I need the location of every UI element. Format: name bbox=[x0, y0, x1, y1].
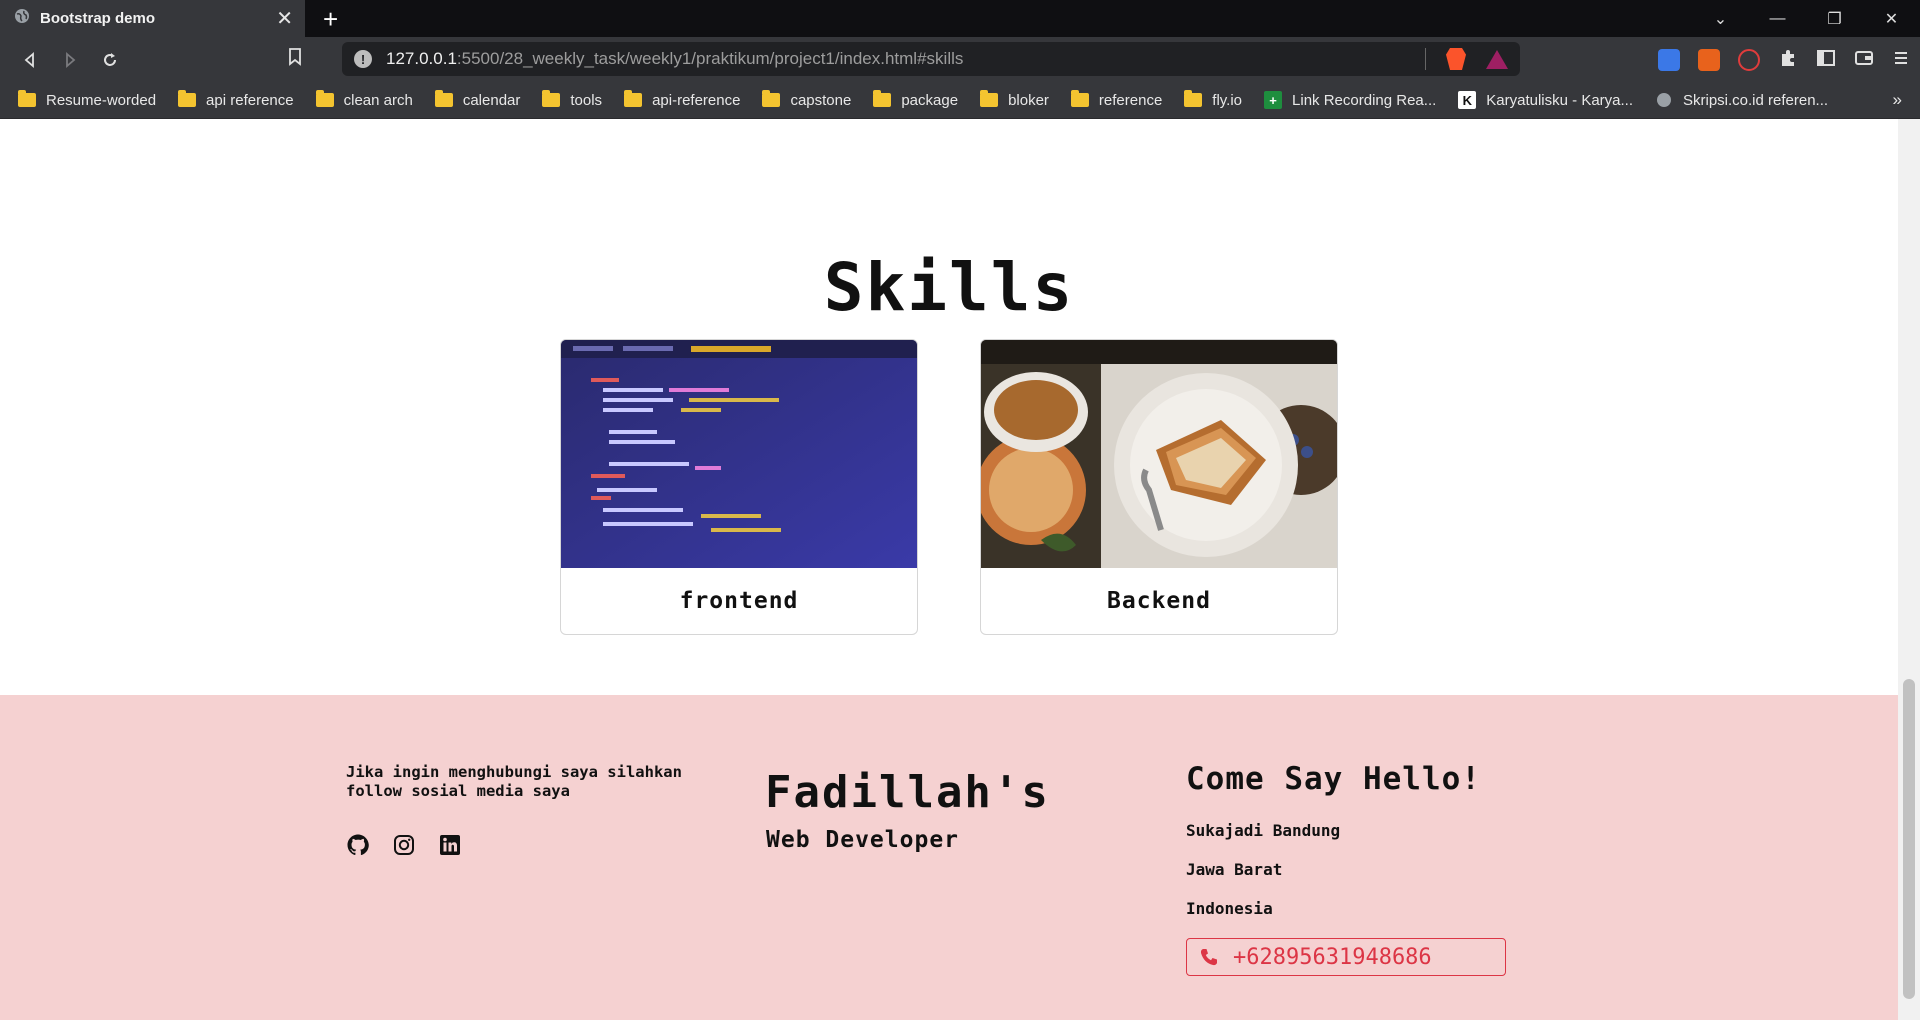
bookmark-item[interactable]: capstone bbox=[762, 90, 852, 109]
page-scrollbar[interactable] bbox=[1898, 119, 1920, 1020]
wallet-icon[interactable] bbox=[1854, 48, 1874, 73]
translate-extension-icon[interactable] bbox=[1658, 49, 1680, 71]
skills-heading: Skills bbox=[823, 249, 1075, 326]
linkedin-icon[interactable] bbox=[438, 833, 462, 857]
phone-button[interactable]: +62895631948686 bbox=[1186, 938, 1506, 976]
bookmark-item[interactable]: reference bbox=[1070, 90, 1163, 109]
brand-role: Web Developer bbox=[766, 827, 960, 853]
minimize-button[interactable]: — bbox=[1749, 10, 1806, 28]
extensions-bar bbox=[1658, 45, 1910, 75]
skill-card-frontend: frontend bbox=[560, 339, 918, 635]
url-path: :5500/28_weekly_task/weekly1/praktikum/p… bbox=[456, 49, 964, 68]
restore-button[interactable]: ❐ bbox=[1806, 9, 1863, 29]
page-viewport: Skills frontend Backend Jika ingin mengh… bbox=[0, 119, 1898, 1020]
reload-button[interactable] bbox=[90, 42, 130, 78]
browser-tab[interactable]: Bootstrap demo ✕ bbox=[0, 0, 305, 37]
address-line: Jawa Barat bbox=[1186, 860, 1283, 879]
menu-icon[interactable] bbox=[1892, 49, 1910, 72]
phone-number: +62895631948686 bbox=[1233, 944, 1432, 970]
folder-icon bbox=[542, 90, 561, 107]
footer: Jika ingin menghubungi saya silahkan fol… bbox=[0, 695, 1898, 1020]
k-icon: K bbox=[1458, 91, 1477, 109]
folder-icon bbox=[762, 90, 781, 107]
scrollbar-thumb[interactable] bbox=[1903, 679, 1915, 999]
bookmark-label: Skripsi.co.id referen... bbox=[1683, 91, 1829, 109]
close-tab-icon[interactable]: ✕ bbox=[276, 9, 293, 29]
folder-icon bbox=[178, 90, 197, 107]
more-bookmarks-button[interactable]: » bbox=[1893, 90, 1902, 110]
contact-text: Jika ingin menghubungi saya silahkan fol… bbox=[346, 763, 682, 800]
code-screenshot-image bbox=[561, 340, 917, 568]
bookmark-item[interactable]: Resume-worded bbox=[18, 90, 157, 109]
hello-heading: Come Say Hello! bbox=[1186, 761, 1481, 797]
url-host: 127.0.0.1 bbox=[386, 49, 457, 68]
bookmark-label: api reference bbox=[206, 91, 294, 109]
address-line: Sukajadi Bandung bbox=[1186, 821, 1341, 840]
folder-icon bbox=[434, 90, 453, 107]
folder-icon bbox=[1184, 90, 1203, 107]
bookmark-item[interactable]: api reference bbox=[178, 90, 294, 109]
folder-icon bbox=[873, 90, 892, 107]
instagram-icon[interactable] bbox=[392, 833, 416, 857]
window-controls: ⌄ — ❐ ✕ bbox=[1692, 0, 1920, 37]
divider bbox=[1425, 48, 1426, 70]
bookmark-item[interactable]: api-reference bbox=[624, 90, 741, 109]
bookmark-label: api-reference bbox=[652, 91, 741, 109]
new-tab-button[interactable]: + bbox=[323, 6, 338, 32]
bookmark-label: tools bbox=[570, 91, 603, 109]
sidebar-icon[interactable] bbox=[1816, 48, 1836, 73]
bookmark-label: fly.io bbox=[1212, 91, 1243, 109]
tab-title: Bootstrap demo bbox=[40, 10, 156, 27]
bookmark-item[interactable]: clean arch bbox=[315, 90, 413, 109]
bookmark-label: capstone bbox=[790, 91, 852, 109]
adblock-extension-icon[interactable] bbox=[1698, 49, 1720, 71]
globe-icon bbox=[1655, 91, 1673, 109]
skill-card-label: Backend bbox=[1107, 588, 1211, 614]
address-line: Indonesia bbox=[1186, 899, 1273, 918]
bookmark-page-icon[interactable] bbox=[280, 48, 310, 71]
puzzle-icon[interactable] bbox=[1778, 48, 1798, 73]
bookmark-label: package bbox=[901, 91, 959, 109]
bookmark-label: reference bbox=[1098, 91, 1163, 109]
folder-icon bbox=[315, 90, 334, 107]
folder-icon bbox=[980, 90, 999, 107]
bookmark-item[interactable]: Skripsi.co.id referen... bbox=[1655, 91, 1828, 109]
bookmark-item[interactable]: K Karyatulisku - Karya... bbox=[1458, 91, 1633, 109]
brave-shields-icon[interactable] bbox=[1446, 48, 1466, 70]
bookmark-label: clean arch bbox=[343, 91, 413, 109]
bookmark-label: calendar bbox=[462, 91, 521, 109]
bookmark-label: Resume-worded bbox=[46, 91, 157, 109]
bookmark-item[interactable]: fly.io bbox=[1184, 90, 1243, 109]
phone-icon bbox=[1199, 947, 1219, 967]
bookmark-label: Karyatulisku - Karya... bbox=[1486, 91, 1633, 109]
bookmark-item[interactable]: tools bbox=[542, 90, 603, 109]
address-bar[interactable]: ! 127.0.0.1 :5500/28_weekly_task/weekly1… bbox=[342, 42, 1520, 76]
site-info-icon[interactable]: ! bbox=[354, 50, 372, 68]
social-links bbox=[346, 833, 462, 857]
bookmark-item[interactable]: bloker bbox=[980, 90, 1049, 109]
tab-search-icon[interactable]: ⌄ bbox=[1692, 9, 1749, 29]
skill-card-label: frontend bbox=[679, 588, 799, 614]
bookmarks-bar: Resume-worded api reference clean arch c… bbox=[0, 82, 1920, 119]
food-photo-image bbox=[981, 340, 1337, 568]
eye-extension-icon[interactable] bbox=[1738, 49, 1760, 71]
sheets-icon: + bbox=[1264, 91, 1283, 109]
folder-icon bbox=[1070, 90, 1089, 107]
brave-rewards-icon[interactable] bbox=[1486, 49, 1508, 69]
bookmark-item[interactable]: + Link Recording Rea... bbox=[1264, 91, 1436, 109]
globe-icon bbox=[14, 8, 30, 29]
bookmark-label: bloker bbox=[1008, 91, 1049, 109]
folder-icon bbox=[18, 90, 36, 107]
back-button[interactable] bbox=[10, 42, 50, 78]
brand-name: Fadillah's bbox=[765, 767, 1050, 818]
tab-strip: Bootstrap demo ✕ + ⌄ — ❐ ✕ bbox=[0, 0, 1920, 37]
close-window-button[interactable]: ✕ bbox=[1863, 9, 1920, 29]
bookmark-item[interactable]: package bbox=[873, 90, 959, 109]
bookmark-item[interactable]: calendar bbox=[434, 90, 521, 109]
github-icon[interactable] bbox=[346, 833, 370, 857]
forward-button[interactable] bbox=[50, 42, 90, 78]
skill-card-backend: Backend bbox=[980, 339, 1338, 635]
bookmark-label: Link Recording Rea... bbox=[1292, 91, 1437, 109]
folder-icon bbox=[624, 90, 643, 107]
